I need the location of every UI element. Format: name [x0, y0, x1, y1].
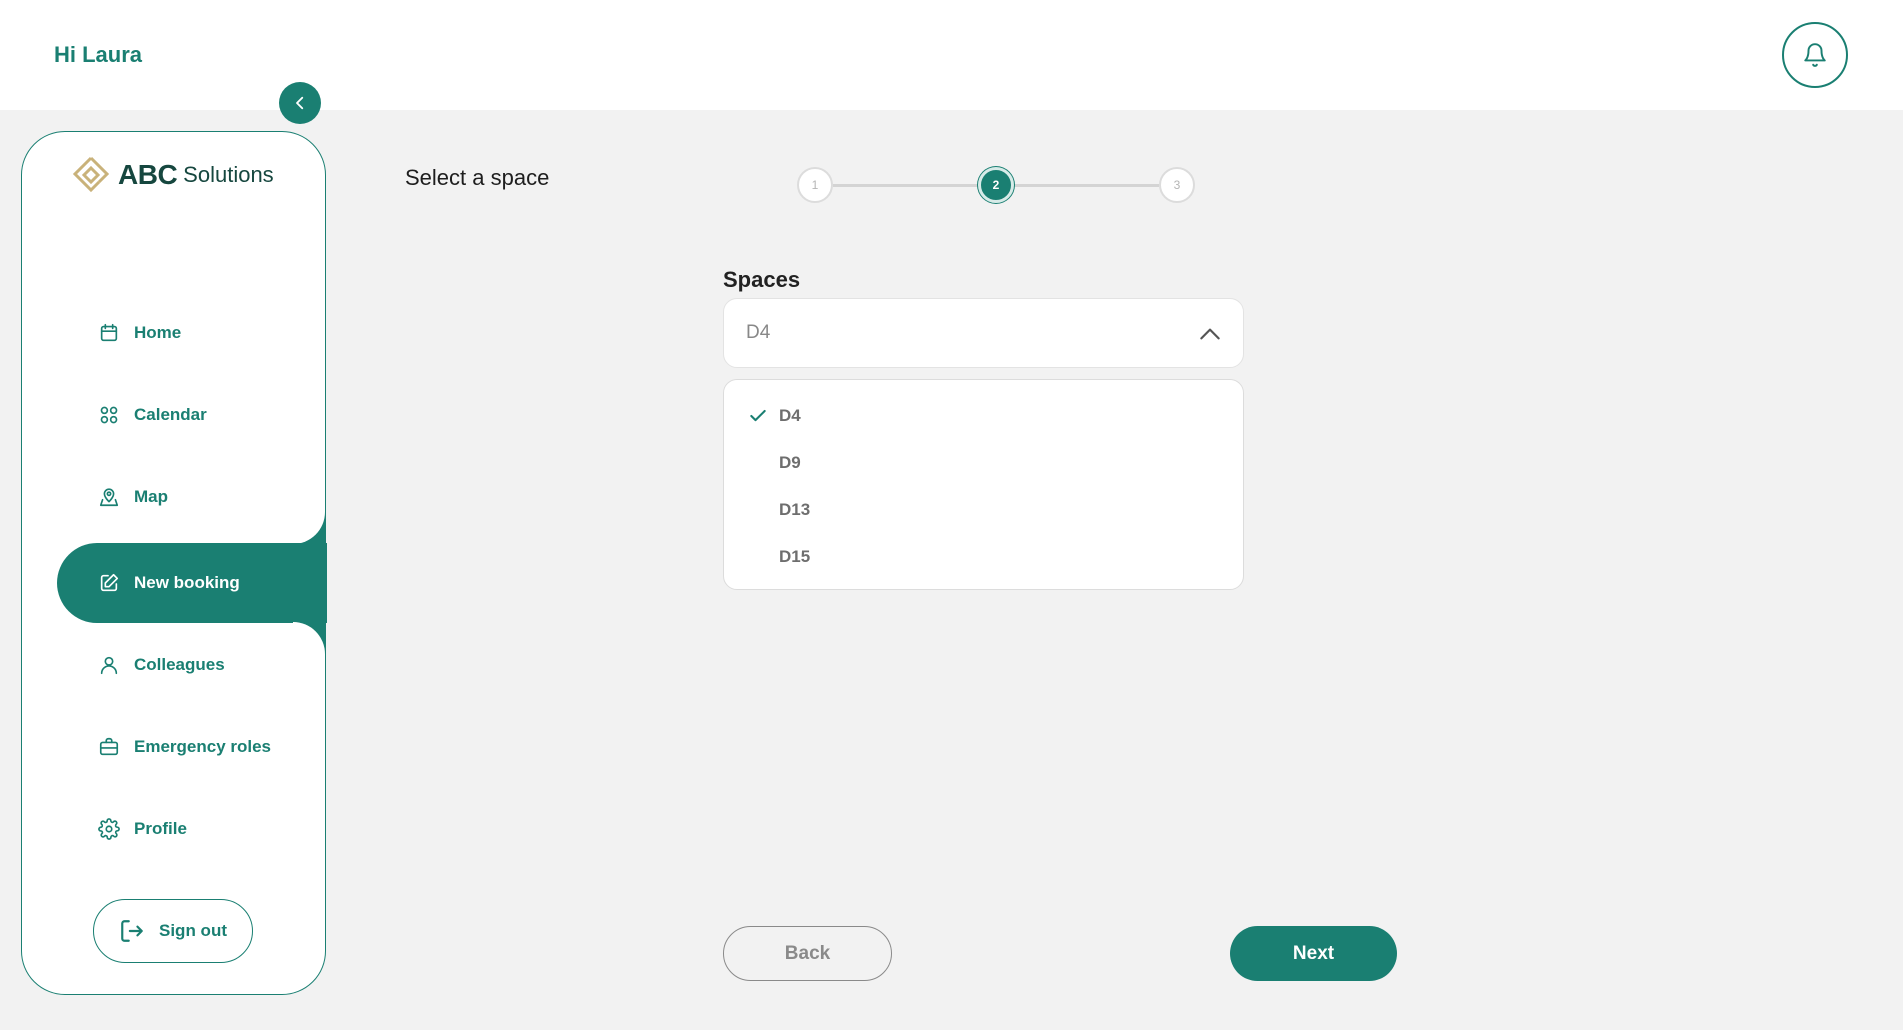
chevron-up-icon — [1200, 328, 1220, 340]
edit-icon — [100, 573, 119, 592]
sidebar-item-label: Calendar — [134, 405, 207, 424]
sidebar-item-emergency-roles[interactable]: Emergency roles — [98, 732, 271, 762]
sidebar-item-label: Emergency roles — [134, 737, 272, 756]
back-button[interactable]: Back — [723, 926, 892, 981]
gear-icon — [98, 818, 120, 840]
sidebar-item-calendar[interactable]: Calendar — [98, 400, 207, 430]
check-icon — [750, 409, 766, 422]
notifications-button[interactable] — [1782, 22, 1848, 88]
step-2: 2 — [978, 167, 1014, 203]
sidebar: ABC Solutions Home Calendar Map New book… — [21, 131, 327, 995]
logo-text-bold: ABC — [118, 159, 178, 190]
spaces-option[interactable]: D4 — [779, 406, 801, 426]
collapse-sidebar-button[interactable] — [279, 82, 321, 124]
chevron-left-icon — [296, 96, 304, 110]
greeting: Hi Laura — [54, 42, 143, 67]
spaces-selected-value: D4 — [746, 322, 771, 343]
sign-out-button[interactable]: Sign out — [93, 899, 253, 963]
logo-mark-icon — [72, 156, 110, 193]
sidebar-item-map[interactable]: Map — [98, 482, 168, 512]
logo: ABC Solutions — [70, 154, 274, 196]
briefcase-icon — [99, 737, 119, 756]
bell-icon — [1804, 43, 1826, 67]
sidebar-item-label: Map — [134, 487, 168, 506]
nav-active-curve-bottom — [293, 622, 325, 654]
spaces-option[interactable]: D13 — [779, 500, 810, 520]
nav-active-curve-top — [293, 512, 325, 544]
page-title: Select a space — [405, 165, 550, 190]
spaces-label: Spaces — [723, 267, 801, 292]
progress-stepper: 1 2 3 — [797, 167, 1197, 205]
grid-icon — [100, 406, 118, 424]
step-connector — [1014, 184, 1159, 187]
spaces-dropdown-list: D4 D9 D13 D15 — [723, 379, 1244, 590]
spaces-option[interactable]: D15 — [779, 547, 810, 567]
sidebar-item-home[interactable]: Home — [98, 318, 181, 348]
sidebar-item-label: Home — [134, 323, 182, 342]
step-connector — [833, 184, 978, 187]
sidebar-item-label: New booking — [134, 573, 240, 592]
spaces-select[interactable]: D4 — [723, 298, 1244, 368]
next-button[interactable]: Next — [1230, 926, 1397, 981]
step-3: 3 — [1159, 167, 1195, 203]
sidebar-item-label: Profile — [134, 819, 187, 838]
sidebar-item-label: Colleagues — [134, 655, 225, 674]
map-pin-icon — [99, 488, 119, 507]
user-icon — [100, 656, 118, 675]
logo-text: Solutions — [183, 162, 274, 187]
calendar-icon — [100, 323, 118, 342]
sign-out-icon — [121, 920, 143, 942]
sidebar-item-colleagues[interactable]: Colleagues — [98, 650, 225, 680]
sign-out-label: Sign out — [159, 921, 227, 940]
step-1: 1 — [797, 167, 833, 203]
spaces-option[interactable]: D9 — [779, 453, 801, 473]
sidebar-item-profile[interactable]: Profile — [98, 814, 187, 844]
sidebar-item-new-booking[interactable]: New booking — [98, 568, 240, 598]
